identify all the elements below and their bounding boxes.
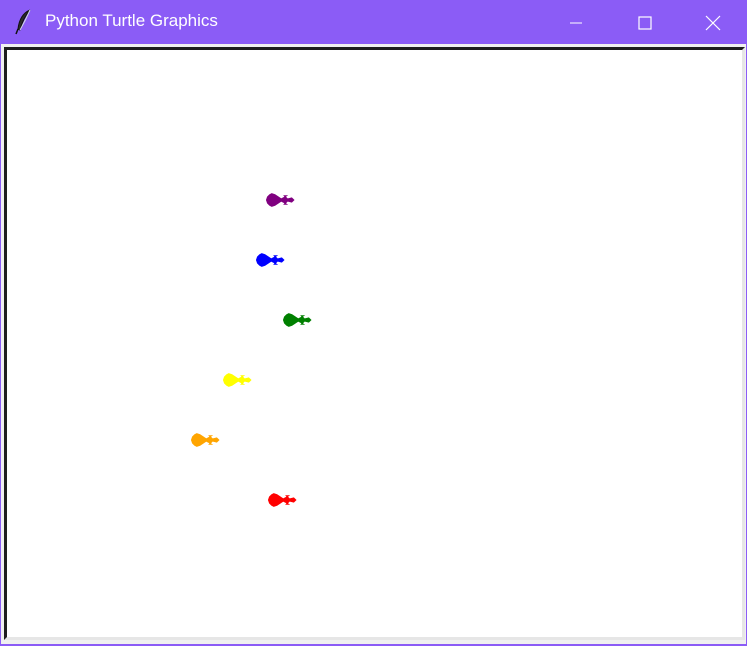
maximize-button[interactable] [610,1,680,44]
title-bar[interactable]: Python Turtle Graphics [1,1,746,44]
close-button[interactable] [680,1,746,44]
turtle-orange [190,433,220,447]
feather-icon [15,9,31,35]
turtle-red [267,493,297,507]
window-title: Python Turtle Graphics [45,11,218,30]
turtle-purple [265,193,295,207]
turtle-yellow [222,373,252,387]
turtle-canvas-frame[interactable] [4,47,745,640]
minimize-button[interactable] [541,1,611,44]
turtle-blue [255,253,285,267]
close-icon [705,15,721,30]
turtle-green [282,313,312,327]
maximize-icon [638,15,652,30]
minimize-icon [570,22,582,23]
turtle-window: Python Turtle Graphics [0,0,747,646]
turtle-canvas[interactable] [7,50,742,637]
